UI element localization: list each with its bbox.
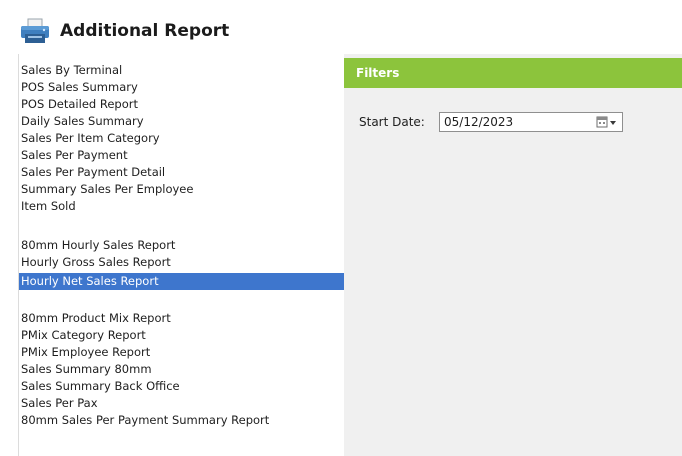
report-item-sales-by-terminal[interactable]: Sales By Terminal (19, 62, 345, 79)
report-item-sales-summary-back-office[interactable]: Sales Summary Back Office (19, 378, 345, 395)
filters-panel: Filters Start Date: (344, 54, 682, 456)
printer-icon (21, 18, 49, 43)
report-item-summary-sales-per-employee[interactable]: Summary Sales Per Employee (19, 181, 345, 198)
report-item-hourly-gross-sales-report[interactable]: Hourly Gross Sales Report (19, 254, 345, 271)
calendar-dropdown-icon[interactable] (596, 116, 618, 128)
report-item-pmix-employee-report[interactable]: PMix Employee Report (19, 344, 345, 361)
report-item-hourly-net-sales-report[interactable]: Hourly Net Sales Report (19, 273, 345, 290)
filters-header: Filters (344, 58, 682, 88)
report-item-pos-sales-summary[interactable]: POS Sales Summary (19, 79, 345, 96)
filters-title: Filters (356, 66, 400, 80)
report-item-pmix-category-report[interactable]: PMix Category Report (19, 327, 345, 344)
report-item-80mm-product-mix-report[interactable]: 80mm Product Mix Report (19, 310, 345, 327)
report-item-sales-per-item-category[interactable]: Sales Per Item Category (19, 130, 345, 147)
report-list[interactable]: Sales By Terminal POS Sales Summary POS … (18, 54, 345, 456)
start-date-label: Start Date: (359, 115, 425, 129)
report-item-sales-per-pax[interactable]: Sales Per Pax (19, 395, 345, 412)
report-item-pos-detailed-report[interactable]: POS Detailed Report (19, 96, 345, 113)
report-item-sales-per-payment[interactable]: Sales Per Payment (19, 147, 345, 164)
report-item-daily-sales-summary[interactable]: Daily Sales Summary (19, 113, 345, 130)
page-header: Additional Report (0, 0, 682, 54)
report-item-item-sold[interactable]: Item Sold (19, 198, 345, 215)
report-item-sales-summary-80mm[interactable]: Sales Summary 80mm (19, 361, 345, 378)
page-title: Additional Report (60, 21, 230, 41)
report-item-80mm-hourly-sales-report[interactable]: 80mm Hourly Sales Report (19, 237, 345, 254)
report-item-sales-per-payment-detail[interactable]: Sales Per Payment Detail (19, 164, 345, 181)
report-item-80mm-sales-per-payment-summary-report[interactable]: 80mm Sales Per Payment Summary Report (19, 412, 345, 429)
start-date-input[interactable] (440, 113, 594, 131)
start-date-picker[interactable] (439, 112, 623, 132)
